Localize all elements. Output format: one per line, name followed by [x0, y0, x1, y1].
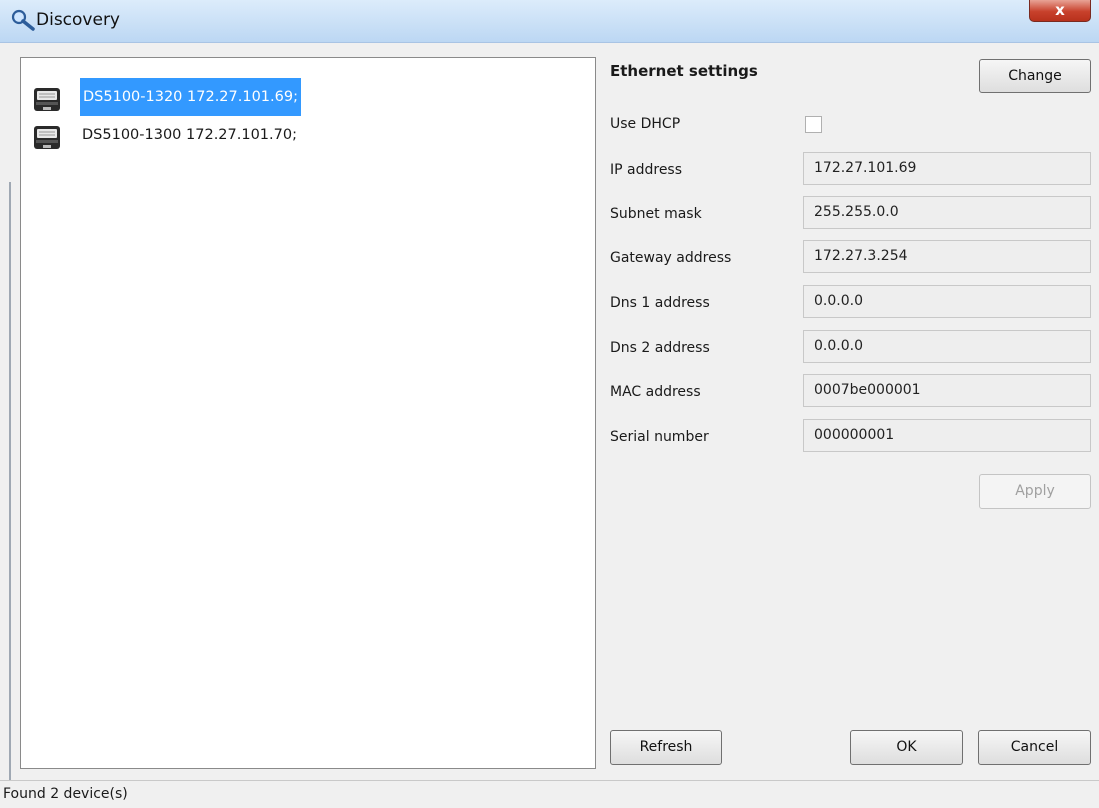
serial-number-label: Serial number — [610, 429, 709, 445]
refresh-button[interactable]: Refresh — [610, 730, 722, 765]
ip-address-label: IP address — [610, 162, 683, 178]
serial-number-field[interactable]: 000000001 — [803, 419, 1091, 452]
mac-address-label: MAC address — [610, 384, 701, 400]
status-bar: Found 2 device(s) — [0, 780, 1099, 808]
window-title: Discovery — [36, 10, 120, 30]
close-button[interactable]: x — [1029, 0, 1091, 22]
dns1-address-field[interactable]: 0.0.0.0 — [803, 285, 1091, 318]
device-list-item[interactable]: DS5100-1300 172.27.101.70; — [33, 116, 593, 154]
dns1-address-label: Dns 1 address — [610, 295, 710, 311]
ethernet-settings-title: Ethernet settings — [610, 62, 758, 80]
window-left-border — [9, 182, 11, 780]
ok-button[interactable]: OK — [850, 730, 963, 765]
status-text: Found 2 device(s) — [3, 786, 128, 802]
printer-icon — [34, 126, 60, 149]
apply-button[interactable]: Apply — [979, 474, 1091, 509]
change-button[interactable]: Change — [979, 59, 1091, 93]
use-dhcp-label: Use DHCP — [610, 116, 681, 132]
device-list-item[interactable]: DS5100-1320 172.27.101.69; — [33, 78, 593, 116]
subnet-mask-label: Subnet mask — [610, 206, 702, 222]
cancel-button[interactable]: Cancel — [978, 730, 1091, 765]
subnet-mask-field[interactable]: 255.255.0.0 — [803, 196, 1091, 229]
gateway-address-field[interactable]: 172.27.3.254 — [803, 240, 1091, 273]
printer-icon — [34, 88, 60, 111]
use-dhcp-checkbox[interactable] — [805, 116, 822, 133]
device-list-item-label: DS5100-1320 172.27.101.69; — [80, 78, 301, 116]
dns2-address-field[interactable]: 0.0.0.0 — [803, 330, 1091, 363]
ip-address-field[interactable]: 172.27.101.69 — [803, 152, 1091, 185]
dns2-address-label: Dns 2 address — [610, 340, 710, 356]
gateway-address-label: Gateway address — [610, 250, 732, 266]
mac-address-field[interactable]: 0007be000001 — [803, 374, 1091, 407]
magnifier-icon — [11, 9, 35, 31]
device-list-item-label: DS5100-1300 172.27.101.70; — [82, 127, 297, 143]
title-bar: Discovery x — [0, 0, 1099, 43]
close-icon: x — [1055, 1, 1065, 19]
device-list[interactable]: DS5100-1320 172.27.101.69; DS5100-1300 1… — [20, 57, 596, 769]
